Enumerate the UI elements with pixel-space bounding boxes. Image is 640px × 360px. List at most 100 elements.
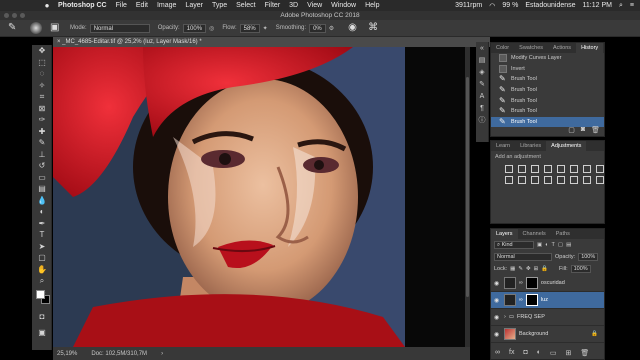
color-balance-icon[interactable] <box>583 165 591 173</box>
new-adjustment-layer-icon[interactable]: ◐ <box>537 349 541 357</box>
gradient-map-icon[interactable] <box>583 176 591 184</box>
brush-preset-picker[interactable] <box>30 22 42 34</box>
tab-channels[interactable]: Channels <box>518 229 551 239</box>
history-brush-tool-icon[interactable]: ↺ <box>32 160 52 172</box>
black-white-icon[interactable] <box>596 165 604 173</box>
zoom-window-button[interactable] <box>20 13 25 18</box>
vibrance-icon[interactable] <box>557 165 565 173</box>
history-panel-icon[interactable]: ▤ <box>476 54 488 66</box>
selective-color-icon[interactable] <box>596 176 604 184</box>
lasso-tool-icon[interactable]: ◌ <box>32 68 52 80</box>
eyedropper-tool-icon[interactable]: ✑ <box>32 114 52 126</box>
tab-history[interactable]: History <box>576 43 604 53</box>
levels-icon[interactable] <box>518 165 526 173</box>
opacity-input[interactable]: 100% <box>182 23 207 33</box>
layer-opacity-input[interactable]: 100% <box>578 253 599 261</box>
input-source[interactable]: Estadounidense <box>525 2 575 9</box>
smoothing-settings-icon[interactable]: ⚙ <box>329 25 334 32</box>
tab-swatches[interactable]: Swatches <box>514 43 548 53</box>
menu-window[interactable]: Window <box>331 2 356 9</box>
tab-layers[interactable]: Layers <box>491 229 518 239</box>
symmetry-icon[interactable]: ⌘ <box>368 22 380 34</box>
fill-input[interactable]: 100% <box>570 265 591 273</box>
app-menu[interactable]: Photoshop CC <box>58 2 107 9</box>
filter-kind-select[interactable]: ⌕ Kind <box>494 241 534 249</box>
visibility-eye-icon[interactable]: ◉ <box>494 314 501 321</box>
network-status[interactable]: 3911rpm <box>455 2 482 9</box>
wifi-icon[interactable]: ◠ <box>489 2 495 10</box>
channel-mixer-icon[interactable] <box>518 176 526 184</box>
menu-select[interactable]: Select <box>236 2 255 9</box>
invert-adjust-icon[interactable] <box>544 176 552 184</box>
posterize-icon[interactable] <box>557 176 565 184</box>
layer-name[interactable]: oscuridad <box>541 280 565 286</box>
tab-learn[interactable]: Learn <box>491 141 515 151</box>
threshold-icon[interactable] <box>570 176 578 184</box>
layer-style-icon[interactable]: fx <box>509 349 514 357</box>
lock-pixels-icon[interactable]: ✎ <box>518 266 523 272</box>
crop-tool-icon[interactable]: ⌗ <box>32 91 52 103</box>
lock-icon[interactable]: 🔒 <box>591 331 598 337</box>
minimize-window-button[interactable] <box>12 13 17 18</box>
layer-mask-thumbnail[interactable] <box>525 277 538 289</box>
character-panel-icon[interactable]: A <box>476 90 488 102</box>
blend-mode-select[interactable]: Normal <box>494 253 552 261</box>
menu-help[interactable]: Help <box>365 2 379 9</box>
brush-tool-icon[interactable]: ✎ <box>8 22 20 34</box>
history-item[interactable]: ✎ Brush Tool <box>491 85 604 96</box>
layer-name[interactable]: Background <box>519 331 548 337</box>
menu-type[interactable]: Type <box>212 2 227 9</box>
new-group-icon[interactable]: ▭ <box>550 349 557 357</box>
document-image[interactable] <box>53 47 405 347</box>
layer-row[interactable]: ◉ Background 🔒 <box>491 326 604 343</box>
add-mask-icon[interactable]: ◘ <box>523 349 527 357</box>
healing-brush-tool-icon[interactable]: ✚ <box>32 126 52 138</box>
zoom-tool-icon[interactable]: ⌕ <box>32 275 52 287</box>
eraser-tool-icon[interactable]: ▭ <box>32 172 52 184</box>
layer-name[interactable]: FREQ SEP <box>517 314 545 320</box>
exposure-icon[interactable] <box>544 165 552 173</box>
lock-artboard-icon[interactable]: ⊞ <box>534 266 539 272</box>
hand-tool-icon[interactable]: ✋ <box>32 264 52 276</box>
menu-list-icon[interactable]: ≡ <box>630 2 634 9</box>
color-lookup-icon[interactable] <box>531 176 539 184</box>
history-item[interactable]: ✎ Brush Tool <box>491 74 604 85</box>
filter-adjustment-icon[interactable]: ◐ <box>545 242 548 248</box>
path-selection-tool-icon[interactable]: ➤ <box>32 241 52 253</box>
tab-libraries[interactable]: Libraries <box>515 141 546 151</box>
history-item[interactable]: Invert <box>491 64 604 75</box>
clock[interactable]: 11:12 PM <box>583 2 612 9</box>
document-tab[interactable]: × _MC_4685-Editar.tif @ 25,2% (luz, Laye… <box>53 37 490 47</box>
tab-adjustments[interactable]: Adjustments <box>546 141 587 151</box>
frame-tool-icon[interactable]: ⊠ <box>32 103 52 115</box>
menu-image[interactable]: Image <box>157 2 176 9</box>
filter-type-icon[interactable]: T <box>552 242 555 248</box>
zoom-level[interactable]: 25,19% <box>57 351 77 357</box>
color-swatches[interactable] <box>36 290 50 304</box>
hue-saturation-icon[interactable] <box>570 165 578 173</box>
layer-row[interactable]: ◉ ∞ oscuridad <box>491 275 604 292</box>
document-size[interactable]: Doc: 102,5M/310,7M <box>91 351 147 357</box>
menu-3d[interactable]: 3D <box>289 2 298 9</box>
snapshot-icon[interactable]: ◙ <box>581 126 585 134</box>
smoothing-input[interactable]: 0% <box>309 23 326 33</box>
status-menu-arrow-icon[interactable]: › <box>161 351 163 357</box>
mode-select[interactable]: Normal <box>89 23 150 33</box>
marquee-tool-icon[interactable]: ⬚ <box>32 57 52 69</box>
canvas-vertical-scrollbar[interactable] <box>465 47 470 347</box>
layer-mask-thumbnail[interactable] <box>525 294 538 306</box>
brush-settings-icon[interactable]: ▣ <box>50 22 62 34</box>
pressure-opacity-icon[interactable]: ◎ <box>209 25 214 32</box>
move-tool-icon[interactable]: ✥ <box>32 45 52 57</box>
quick-select-tool-icon[interactable]: ✧ <box>32 80 52 92</box>
lock-position-icon[interactable]: ✥ <box>526 266 531 272</box>
menu-edit[interactable]: Edit <box>136 2 148 9</box>
history-item[interactable]: Modify Curves Layer <box>491 53 604 64</box>
filter-pixel-icon[interactable]: ▣ <box>537 242 542 248</box>
tab-color[interactable]: Color <box>491 43 514 53</box>
expand-group-chevron-icon[interactable]: › <box>504 314 506 320</box>
battery-status[interactable]: 99 % <box>502 2 518 9</box>
properties-panel-icon[interactable]: ◈ <box>476 66 488 78</box>
curves-icon[interactable] <box>531 165 539 173</box>
lock-transparent-icon[interactable]: ▦ <box>510 266 515 272</box>
